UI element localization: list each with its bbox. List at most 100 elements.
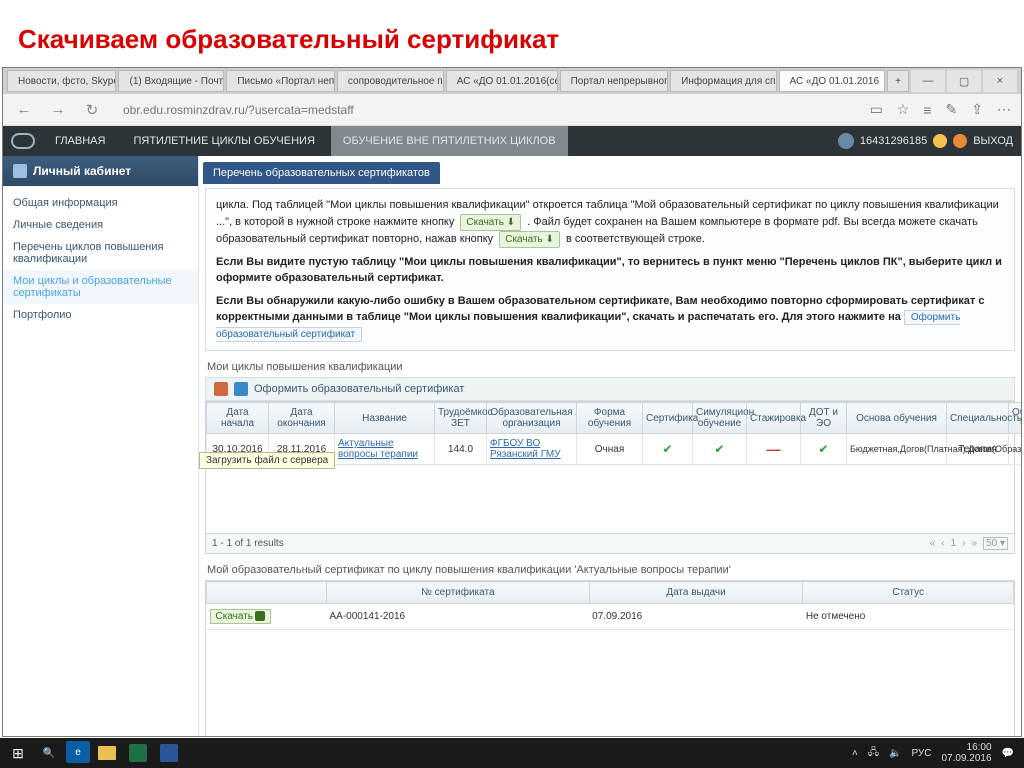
window-controls: — ▢ × [911, 70, 1017, 92]
app-topnav: ГЛАВНАЯ ПЯТИЛЕТНИЕ ЦИКЛЫ ОБУЧЕНИЯ ОБУЧЕН… [3, 126, 1021, 156]
col-sim[interactable]: Симуляцион обучение [693, 403, 747, 434]
refresh-button[interactable]: ↻ [81, 99, 103, 121]
word-icon[interactable] [155, 741, 183, 765]
col-issue-date[interactable]: Дата выдачи [589, 582, 803, 604]
browser-tab[interactable]: (1) Входящие - Почта [118, 70, 224, 92]
hub-icon[interactable]: ≡ [923, 102, 931, 118]
page-first[interactable]: « [930, 538, 936, 549]
windows-taskbar: ⊞ 🔍 e ˄ 🖧 🔈 РУС 16:00 07.09.2016 💬 [0, 738, 1024, 768]
section-title-cert: Мой образовательный сертификат по циклу … [199, 554, 1021, 580]
excel-icon[interactable] [124, 741, 152, 765]
slide-heading: Скачиваем образовательный сертификат [0, 0, 1024, 67]
org-link[interactable]: ФГБОУ ВО Рязанский ГМУ [490, 438, 561, 460]
help-icon[interactable] [953, 134, 967, 148]
check-icon: ✔ [818, 442, 828, 456]
start-button[interactable]: ⊞ [4, 741, 32, 765]
check-icon: ✔ [714, 442, 724, 456]
col-intern[interactable]: Стажировка [747, 403, 801, 434]
download-cert-button[interactable]: Скачать [210, 609, 272, 624]
more-icon[interactable]: ⋯ [997, 101, 1011, 118]
dash-icon: — [767, 441, 781, 457]
cert-grid: № сертификата Дата выдачи Статус Скачать… [205, 580, 1015, 736]
col-zet[interactable]: Трудоёмкос ЗЕТ [435, 403, 487, 434]
volume-icon[interactable]: 🔈 [889, 748, 901, 759]
new-tab-button[interactable]: + [887, 70, 909, 92]
info-panel: цикла. Под таблицей "Мои циклы повышения… [205, 188, 1015, 351]
table-row[interactable]: Скачать АА-000141-2016 07.09.2016 Не отм… [207, 604, 1014, 630]
col-name[interactable]: Название [335, 403, 435, 434]
main-content: Перечень образовательных сертификатов ци… [199, 156, 1021, 736]
nav-main[interactable]: ГЛАВНАЯ [43, 126, 117, 156]
download-icon [255, 611, 265, 621]
content-subtab[interactable]: Перечень образовательных сертификатов [203, 162, 440, 184]
check-icon: ✔ [662, 442, 672, 456]
sidebar-item-cycles-list[interactable]: Перечень циклов повышения квалификации [3, 236, 198, 270]
notify-icon[interactable] [933, 134, 947, 148]
address-bar: ← → ↻ ▭ ☆ ≡ ✎ ⇪ ⋯ [3, 94, 1021, 126]
notes-icon[interactable]: ✎ [946, 101, 958, 118]
avatar-icon [838, 133, 854, 149]
page-last[interactable]: » [972, 538, 978, 549]
url-input[interactable] [115, 99, 858, 121]
logout-button[interactable]: ВЫХОД [973, 135, 1013, 147]
edge-icon[interactable]: e [66, 741, 90, 763]
grid-toolbar: Оформить образовательный сертификат [205, 377, 1015, 401]
favorite-icon[interactable]: ☆ [897, 101, 910, 118]
col-cert-num[interactable]: № сертификата [327, 582, 590, 604]
result-count: 1 - 1 of 1 results [212, 538, 284, 549]
browser-tabstrip: Новости, фсто, Skype, (1) Входящие - Поч… [3, 68, 1021, 94]
sidebar-item-general[interactable]: Общая информация [3, 192, 198, 214]
col-spec[interactable]: Специальность [947, 403, 1009, 434]
back-button[interactable]: ← [13, 99, 35, 121]
action-center-icon[interactable]: 💬 [1002, 748, 1014, 759]
explorer-icon[interactable] [93, 741, 121, 765]
minimize-button[interactable]: — [911, 70, 945, 92]
language-indicator[interactable]: РУС [911, 748, 931, 759]
pager: « ‹ 1 › » 50 ▾ [930, 537, 1008, 550]
page-prev[interactable]: ‹ [941, 538, 944, 549]
col-status[interactable]: Статус [803, 582, 1014, 604]
download-inline-badge: Скачать ⬇ [460, 214, 521, 231]
col-cert[interactable]: Сертифика [643, 403, 693, 434]
browser-tab-active[interactable]: АС «ДО 01.01.2016× [779, 70, 885, 92]
sidebar-item-portfolio[interactable]: Портфолио [3, 304, 198, 326]
search-icon[interactable]: 🔍 [35, 741, 63, 765]
close-window-button[interactable]: × [983, 70, 1017, 92]
col-end[interactable]: Дата окончания [269, 403, 335, 434]
forward-button[interactable]: → [47, 99, 69, 121]
browser-tab[interactable]: Портал непрерывного [560, 70, 669, 92]
brand-logo-icon [11, 133, 35, 149]
grid-footer: 1 - 1 of 1 results « ‹ 1 › » 50 ▾ [205, 534, 1015, 554]
col-start[interactable]: Дата начала [207, 403, 269, 434]
tool-icon[interactable] [234, 382, 248, 396]
close-tab-icon[interactable]: × [883, 75, 885, 87]
nav-five-year-cycles[interactable]: ПЯТИЛЕТНИЕ ЦИКЛЫ ОБУЧЕНИЯ [121, 126, 326, 156]
maximize-button[interactable]: ▢ [947, 70, 981, 92]
col-basis[interactable]: Основа обучения [847, 403, 947, 434]
col-form[interactable]: Форма обучения [577, 403, 643, 434]
browser-tab[interactable]: Информация для спе [670, 70, 776, 92]
sidebar-item-personal[interactable]: Личные сведения [3, 214, 198, 236]
col-dot[interactable]: ДОТ и ЭО [801, 403, 847, 434]
page-next[interactable]: › [962, 538, 965, 549]
browser-tab[interactable]: Письмо «Портал непр [226, 70, 335, 92]
nav-outside-cycles[interactable]: ОБУЧЕНИЕ ВНЕ ПЯТИЛЕТНИХ ЦИКЛОВ [331, 126, 568, 156]
browser-tab[interactable]: АС «ДО 01.01.2016(се) [446, 70, 558, 92]
chevron-up-icon[interactable]: ˄ [852, 748, 858, 759]
col-org[interactable]: Образовательная организация [487, 403, 577, 434]
cycle-name-link[interactable]: Актуальные вопросы терапии [338, 438, 418, 460]
tool-icon[interactable] [214, 382, 228, 396]
create-cert-button[interactable]: Оформить образовательный сертификат [254, 383, 464, 395]
user-id: 16431296185 [860, 135, 927, 147]
browser-tab[interactable]: Новости, фсто, Skype, [7, 70, 116, 92]
section-title-cycles: Мои циклы повышения квалификации [199, 357, 1021, 377]
network-icon[interactable]: 🖧 [868, 745, 879, 762]
system-clock[interactable]: 16:00 07.09.2016 [941, 742, 991, 764]
browser-tab[interactable]: сопроводительное пи [337, 70, 444, 92]
page-size-select[interactable]: 50 ▾ [983, 537, 1008, 550]
download-tooltip: Загрузить файл с сервера [199, 452, 335, 469]
sidebar-item-my-cycles[interactable]: Мои циклы и образовательные сертификаты [3, 270, 198, 304]
share-icon[interactable]: ⇪ [971, 101, 983, 118]
sidebar-header: Личный кабинет [3, 156, 198, 186]
reading-list-icon[interactable]: ▭ [870, 101, 883, 118]
